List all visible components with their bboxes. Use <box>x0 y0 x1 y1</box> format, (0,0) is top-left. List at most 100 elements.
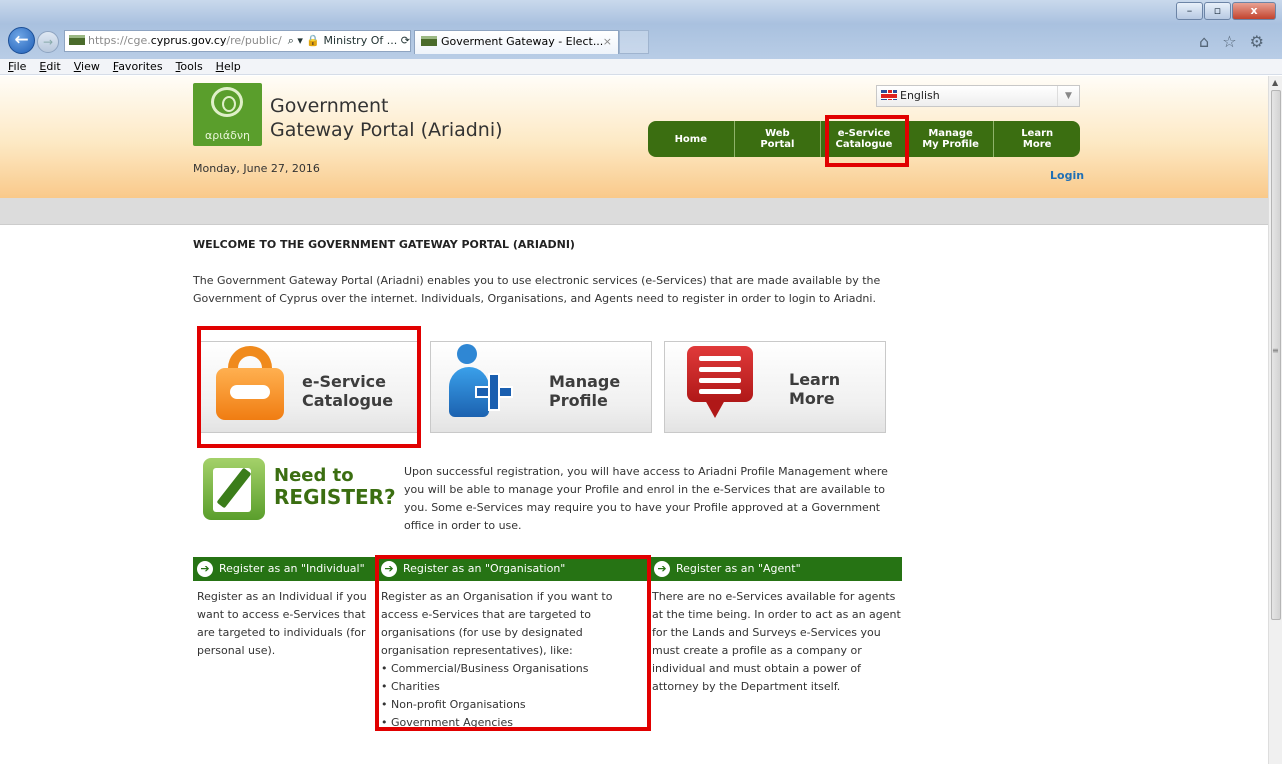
back-button[interactable]: ← <box>8 27 35 54</box>
nav-label-4a: Learn <box>1021 128 1054 139</box>
nav-label-3b: My Profile <box>922 139 979 150</box>
need-to-register-title[interactable]: Need to REGISTER? <box>274 465 396 509</box>
plus-bar-v <box>488 373 500 411</box>
register-individual-heading[interactable]: ➔ Register as an "Individual" <box>193 557 375 581</box>
tab-favicon <box>421 36 437 46</box>
nav-home-label: Home <box>674 133 708 145</box>
tile-1-line2: Catalogue <box>302 391 394 410</box>
arrow-right-icon: ➔ <box>197 561 213 577</box>
browser-titlebar: – ▫ x ← → https://cge.cyprus.gov.cy/re/p… <box>0 0 1282 60</box>
current-date: Monday, June 27, 2016 <box>193 162 320 175</box>
organisation-text: Register as an Organisation if you want … <box>381 588 646 732</box>
register-info-text: Upon successful registration, you will h… <box>404 465 888 532</box>
tab-title: Goverment Gateway - Elect... <box>441 35 604 48</box>
agent-text: There are no e-Services available for ag… <box>652 590 901 693</box>
tile-manage-profile[interactable]: Manage Profile <box>430 341 652 433</box>
menu-view[interactable]: View <box>74 59 100 74</box>
register-organisation-heading[interactable]: ➔ Register as an "Organisation" <box>377 557 648 581</box>
welcome-heading: WELCOME TO THE GOVERNMENT GATEWAY PORTAL… <box>193 238 575 251</box>
nav-learn-more[interactable]: Learn More <box>994 121 1080 157</box>
grey-band <box>0 198 1268 225</box>
lock-icon <box>216 368 284 420</box>
address-controls[interactable]: ⌕ ▾ 🔒 Ministry Of ... ⟳ ✕ <box>288 34 410 47</box>
person-head <box>457 344 477 364</box>
menu-edit[interactable]: Edit <box>39 59 60 74</box>
address-path: /re/public/ <box>226 34 282 47</box>
nav-label-4b: More <box>1022 139 1052 150</box>
tile-label: Learn More <box>789 370 840 408</box>
bubble-line <box>699 389 741 394</box>
arrow-right-icon: ➔ <box>381 561 397 577</box>
toolbar-icons[interactable]: ⌂ ☆ ⚙ <box>1199 32 1268 51</box>
nav-label-1b: Portal <box>760 139 795 150</box>
bubble-tail <box>705 400 725 418</box>
menu-tools[interactable]: Tools <box>176 59 203 74</box>
dropdown-caret-icon: ▼ <box>1057 86 1079 106</box>
uk-flag-icon <box>881 90 897 100</box>
menu-file[interactable]: File <box>8 59 26 74</box>
key-slot <box>230 385 270 399</box>
nav-label-2b: Catalogue <box>835 139 893 150</box>
need-to: Need to <box>274 465 354 486</box>
menu-bar: File Edit View Favorites Tools Help <box>0 59 1282 75</box>
register-edit-icon[interactable] <box>203 458 265 520</box>
bubble-line <box>699 378 741 383</box>
organisation-intro: Register as an Organisation if you want … <box>381 590 613 657</box>
list-item: Charities <box>381 678 646 696</box>
vertical-scrollbar[interactable]: ▲ ≡ <box>1268 76 1282 764</box>
scroll-grip-icon: ≡ <box>1272 346 1279 355</box>
login-link[interactable]: Login <box>1050 169 1084 182</box>
nav-home[interactable]: Home <box>648 121 735 157</box>
nav-label-3a: Manage <box>928 128 973 139</box>
individual-text: Register as an Individual if you want to… <box>197 590 367 657</box>
tile-eservice-catalogue[interactable]: e-Service Catalogue <box>197 341 419 433</box>
bubble-line <box>699 356 741 361</box>
list-item: Non-profit Organisations <box>381 696 646 714</box>
heading-organisation: Register as an "Organisation" <box>403 562 566 575</box>
tile-label: Manage Profile <box>549 372 620 410</box>
close-window-button[interactable]: x <box>1232 2 1276 20</box>
bubble-line <box>699 367 741 372</box>
heading-individual: Register as an "Individual" <box>219 562 365 575</box>
intro-text: The Government Gateway Portal (Ariadni) … <box>193 274 881 305</box>
menu-help[interactable]: Help <box>216 59 241 74</box>
nav-web-portal[interactable]: Web Portal <box>735 121 822 157</box>
list-item: Commercial/Business Organisations <box>381 660 646 678</box>
nav-eservice-catalogue[interactable]: e-Service Catalogue <box>821 121 908 157</box>
language-select[interactable]: English ▼ <box>876 85 1080 107</box>
window-controls: – ▫ x <box>1175 2 1276 20</box>
list-item: Government Agencies <box>381 714 646 732</box>
forward-button[interactable]: → <box>37 31 59 53</box>
page-viewport: αριάδνη Government Gateway Portal (Ariad… <box>0 76 1268 764</box>
tile-3-line2: More <box>789 389 835 408</box>
scroll-up-icon[interactable]: ▲ <box>1272 78 1278 87</box>
site-title: Government Gateway Portal (Ariadni) <box>270 94 503 142</box>
logo-word: αριάδνη <box>204 129 251 142</box>
speech-bubble-icon <box>687 346 753 402</box>
tile-learn-more[interactable]: Learn More <box>664 341 886 433</box>
address-prefix: https://cge. <box>88 34 151 47</box>
register-agent-heading[interactable]: ➔ Register as an "Agent" <box>650 557 902 581</box>
register-word: REGISTER? <box>274 485 396 509</box>
site-title-line2: Gateway Portal (Ariadni) <box>270 119 503 141</box>
site-favicon <box>69 35 85 45</box>
scroll-thumb[interactable] <box>1271 90 1281 620</box>
minimize-button[interactable]: – <box>1176 2 1203 20</box>
browser-tab-active[interactable]: Goverment Gateway - Elect... × <box>414 30 619 54</box>
tab-close-icon[interactable]: × <box>603 31 612 53</box>
address-bar[interactable]: https://cge.cyprus.gov.cy/re/public/ ⌕ ▾ … <box>64 30 411 52</box>
organisation-list: Commercial/Business Organisations Charit… <box>381 660 646 732</box>
tile-3-line1: Learn <box>789 370 841 389</box>
browser-nav-row: ← → https://cge.cyprus.gov.cy/re/public/… <box>0 27 1282 57</box>
maximize-button[interactable]: ▫ <box>1204 2 1231 20</box>
menu-favorites[interactable]: Favorites <box>113 59 163 74</box>
ariadni-logo[interactable]: αριάδνη <box>193 83 262 146</box>
tile-2-line1: Manage <box>549 372 621 391</box>
nav-manage-profile[interactable]: Manage My Profile <box>908 121 995 157</box>
language-value: English <box>900 89 940 102</box>
tile-1-line1: e-Service <box>302 372 387 391</box>
new-tab-button[interactable] <box>619 30 649 54</box>
nav-label-1a: Web <box>765 128 790 139</box>
address-host: cyprus.gov.cy <box>150 34 227 47</box>
heading-agent: Register as an "Agent" <box>676 562 801 575</box>
